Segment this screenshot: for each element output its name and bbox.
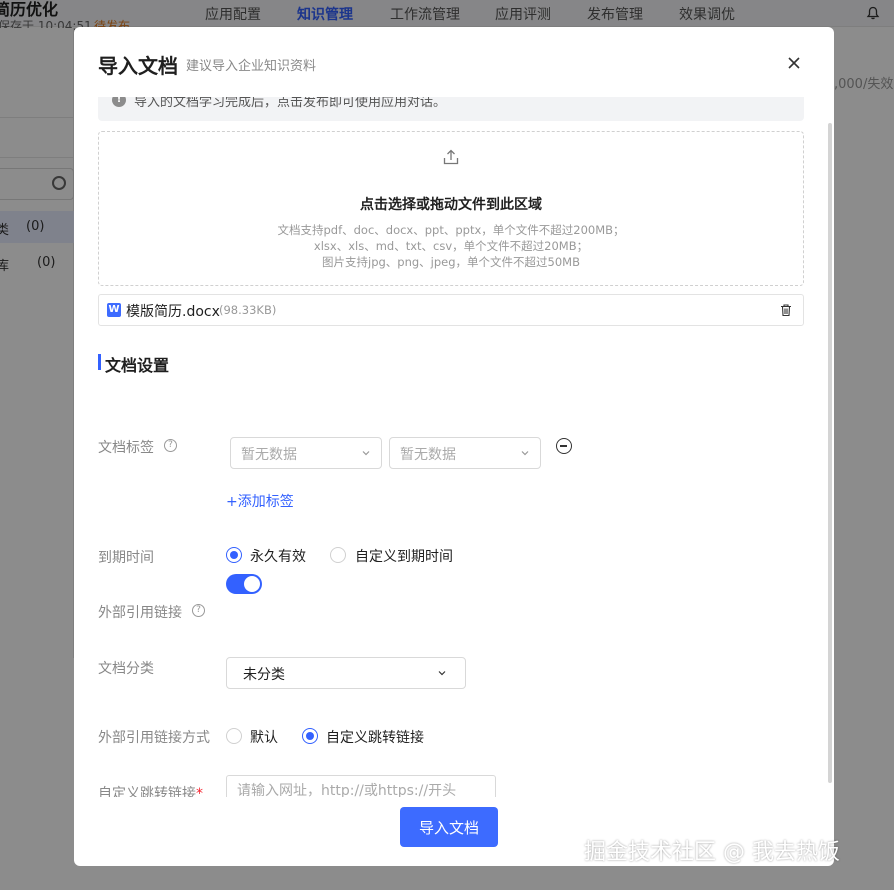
- remove-tag-button[interactable]: [556, 438, 572, 454]
- select-value: 未分类: [243, 667, 285, 683]
- category-select[interactable]: 未分类: [226, 657, 466, 689]
- custom-link-input[interactable]: [226, 775, 496, 797]
- add-tag-link[interactable]: +添加标签: [226, 491, 294, 511]
- upload-title: 点击选择或拖动文件到此区域: [360, 197, 542, 213]
- link-mode-label: 外部引用链接方式: [98, 730, 210, 746]
- file-name: 模版简历.docx: [126, 304, 220, 320]
- link-mode-default-radio[interactable]: [226, 728, 242, 744]
- uploaded-file-item: W 模版简历.docx (98.33KB): [98, 294, 804, 326]
- upload-hint: 图片支持jpg、png、jpeg，单个文件不超过50MB: [322, 255, 580, 269]
- ext-link-label: 外部引用链接: [98, 605, 182, 621]
- word-doc-icon: W: [107, 303, 121, 317]
- required-mark: *: [196, 786, 203, 797]
- tag-key-select[interactable]: 暂无数据: [230, 437, 382, 469]
- upload-hint: 文档支持pdf、doc、docx、ppt、pptx，单个文件不超过200MB；: [277, 223, 625, 237]
- watermark-text: 掘金技术社区 @ 我去热饭: [584, 840, 840, 865]
- upload-dropzone[interactable]: 点击选择或拖动文件到此区域 文档支持pdf、doc、docx、ppt、pptx，…: [98, 131, 804, 286]
- upload-hint: xlsx、xls、md、txt、csv，单个文件不超过20MB；: [313, 239, 589, 253]
- ext-link-toggle[interactable]: [226, 574, 262, 594]
- modal-body: ! 导入的文档学习完成后，点击发布即可使用应用对话。 点击选择或拖动文件到此区域…: [74, 97, 834, 797]
- close-button[interactable]: [782, 51, 806, 75]
- link-mode-custom-radio[interactable]: [302, 728, 318, 744]
- doc-tag-label: 文档标签: [98, 440, 154, 456]
- notice-text: 导入的文档学习完成后，点击发布即可使用应用对话。: [134, 97, 447, 110]
- section-accent-bar: [98, 354, 101, 370]
- import-document-button[interactable]: 导入文档: [400, 807, 498, 847]
- chevron-down-icon: [362, 451, 370, 456]
- modal-title: 导入文档: [98, 54, 178, 78]
- import-document-modal: 导入文档 建议导入企业知识资料 ! 导入的文档学习完成后，点击发布即可使用应用对…: [74, 27, 834, 866]
- custom-link-label-text: 自定义跳转链接: [98, 786, 196, 797]
- upload-icon: [443, 149, 459, 165]
- expiry-label: 到期时间: [98, 550, 154, 566]
- trash-icon[interactable]: [779, 303, 793, 317]
- link-mode-custom-label[interactable]: 自定义跳转链接: [326, 727, 424, 747]
- modal-scrollbar[interactable]: [828, 123, 832, 783]
- help-icon[interactable]: ?: [164, 439, 177, 452]
- expiry-custom-radio[interactable]: [330, 547, 346, 563]
- category-label: 文档分类: [98, 661, 154, 677]
- section-title: 文档设置: [105, 356, 170, 375]
- select-placeholder: 暂无数据: [241, 447, 297, 463]
- expiry-permanent-radio[interactable]: [226, 547, 242, 563]
- info-icon: !: [112, 97, 126, 107]
- notice-banner: ! 导入的文档学习完成后，点击发布即可使用应用对话。: [98, 97, 804, 121]
- custom-link-label: 自定义跳转链接*: [98, 783, 203, 797]
- file-size: (98.33KB): [219, 303, 277, 317]
- help-icon[interactable]: ?: [192, 604, 205, 617]
- expiry-permanent-label[interactable]: 永久有效: [250, 546, 306, 566]
- select-placeholder: 暂无数据: [400, 447, 456, 463]
- close-icon: [788, 57, 800, 69]
- tag-value-select[interactable]: 暂无数据: [389, 437, 541, 469]
- link-mode-default-label[interactable]: 默认: [250, 727, 278, 747]
- modal-subtitle: 建议导入企业知识资料: [186, 59, 317, 74]
- chevron-down-icon: [521, 451, 529, 456]
- expiry-custom-label[interactable]: 自定义到期时间: [355, 546, 453, 566]
- chevron-down-icon: [438, 671, 446, 676]
